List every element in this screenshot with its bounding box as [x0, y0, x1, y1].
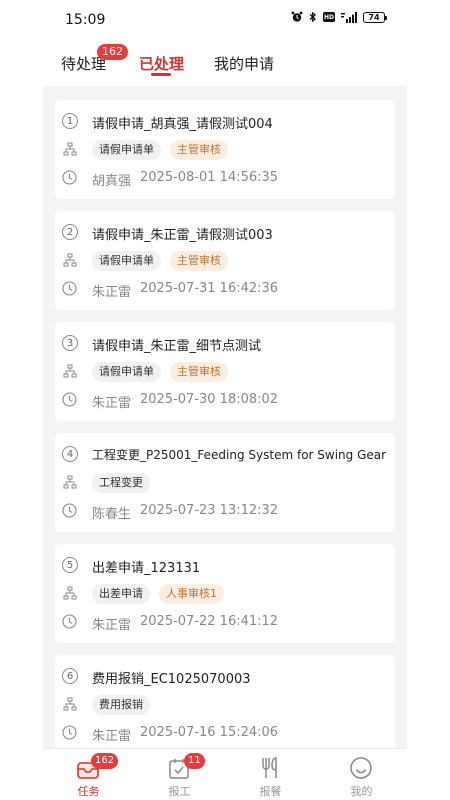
- item-tags: 请假申请单 主管审核: [55, 138, 395, 160]
- applicant-name: 朱正雷: [92, 396, 132, 411]
- bluetooth-icon: [309, 11, 317, 23]
- item-tags: 费用报销: [55, 693, 395, 715]
- phone-screen: 15:09 HD 74 待处理 162 已处理 我的申请 1 请假申请_胡真强_…: [43, 0, 407, 800]
- form-type-tag: 请假申请单: [92, 140, 161, 160]
- form-type-tag: 工程变更: [92, 473, 150, 493]
- form-type-tag: 费用报销: [92, 695, 150, 715]
- pending-count-badge: 162: [97, 44, 128, 60]
- report-badge: 11: [184, 753, 205, 769]
- item-title: 请假申请_胡真强_请假测试004: [92, 117, 273, 132]
- applicant-name: 朱正雷: [92, 618, 132, 633]
- clock-icon: [62, 725, 77, 740]
- item-tags: 工程变更: [55, 471, 395, 493]
- item-title: 费用报销_EC1025070003: [92, 672, 251, 687]
- processed-time: 2025-08-01 14:56:35: [140, 170, 279, 185]
- processed-time: 2025-07-22 16:41:12: [140, 614, 279, 629]
- item-meta: 朱正雷 2025-07-30 18:08:02: [55, 390, 395, 411]
- approval-stage-tag: 人事审核1: [159, 584, 224, 604]
- status-bar: 15:09 HD 74: [43, 0, 407, 40]
- workflow-icon: [63, 475, 77, 489]
- list-item[interactable]: 5 出差申请_123131 出差申请 人事审核1 朱正雷 2025-07-22 …: [55, 544, 395, 643]
- item-title: 工程变更_P25001_Feeding System for Swing Gea…: [92, 448, 387, 462]
- nav-tasks[interactable]: 162 任务: [43, 749, 134, 800]
- tab-bar: 待处理 162 已处理 我的申请: [43, 40, 407, 86]
- active-tab-indicator: [151, 73, 171, 76]
- item-title: 请假申请_朱正雷_请假测试003: [92, 228, 273, 243]
- processed-time: 2025-07-30 18:08:02: [140, 392, 279, 407]
- battery-icon: 74: [363, 11, 387, 23]
- item-tags: 请假申请单 主管审核: [55, 360, 395, 382]
- form-type-tag: 请假申请单: [92, 362, 161, 382]
- tab-my-applications[interactable]: 我的申请: [214, 53, 274, 74]
- item-title: 请假申请_朱正雷_细节点测试: [92, 339, 262, 354]
- list-item[interactable]: 3 请假申请_朱正雷_细节点测试 请假申请单 主管审核 朱正雷 2025-07-…: [55, 322, 395, 421]
- workflow-icon: [63, 253, 77, 267]
- item-meta: 陈春生 2025-07-23 13:12:32: [55, 501, 395, 522]
- clock-icon: [62, 614, 77, 629]
- item-meta: 朱正雷 2025-07-16 15:24:06: [55, 723, 395, 744]
- item-tags: 请假申请单 主管审核: [55, 249, 395, 271]
- item-meta: 朱正雷 2025-07-22 16:41:12: [55, 612, 395, 633]
- signal-icon: [341, 11, 357, 23]
- processed-time: 2025-07-31 16:42:36: [140, 281, 279, 296]
- hd-icon: HD: [323, 12, 335, 22]
- approval-stage-tag: 主管审核: [170, 362, 228, 382]
- processed-time: 2025-07-23 13:12:32: [140, 503, 279, 518]
- status-icons: HD 74: [291, 11, 387, 23]
- nav-report-work[interactable]: 11 报工: [134, 749, 225, 800]
- list-item[interactable]: 4 工程变更_P25001_Feeding System for Swing G…: [55, 433, 395, 532]
- list-item[interactable]: 1 请假申请_胡真强_请假测试004 请假申请单 主管审核 胡真强 2025-0…: [55, 100, 395, 199]
- nav-meal-order[interactable]: 报餐: [225, 749, 316, 800]
- clock-icon: [62, 392, 77, 407]
- applicant-name: 朱正雷: [92, 285, 132, 300]
- status-time: 15:09: [65, 12, 106, 28]
- applicant-name: 朱正雷: [92, 729, 132, 744]
- alarm-icon: [291, 11, 303, 23]
- list-item[interactable]: 6 费用报销_EC1025070003 费用报销 朱正雷 2025-07-16 …: [55, 655, 395, 754]
- item-index: 2: [62, 224, 78, 240]
- smiley-icon: [350, 757, 372, 779]
- clock-icon: [62, 503, 77, 518]
- workflow-icon: [63, 364, 77, 378]
- item-index: 5: [62, 557, 78, 573]
- form-type-tag: 请假申请单: [92, 251, 161, 271]
- item-index: 6: [62, 668, 78, 684]
- fork-knife-icon: [262, 757, 277, 778]
- workflow-icon: [63, 142, 77, 156]
- clock-icon: [62, 281, 77, 296]
- item-tags: 出差申请 人事审核1: [55, 582, 395, 604]
- applicant-name: 陈春生: [92, 507, 132, 522]
- item-index: 3: [62, 335, 78, 351]
- item-meta: 胡真强 2025-08-01 14:56:35: [55, 168, 395, 189]
- workflow-icon: [63, 697, 77, 711]
- approval-stage-tag: 主管审核: [170, 251, 228, 271]
- clock-icon: [62, 170, 77, 185]
- item-meta: 朱正雷 2025-07-31 16:42:36: [55, 279, 395, 300]
- approval-stage-tag: 主管审核: [170, 140, 228, 160]
- tasks-badge: 162: [91, 753, 119, 769]
- list-item[interactable]: 2 请假申请_朱正雷_请假测试003 请假申请单 主管审核 朱正雷 2025-0…: [55, 211, 395, 310]
- nav-label: 报餐: [259, 785, 282, 798]
- tab-processed[interactable]: 已处理: [139, 53, 184, 74]
- nav-label: 我的: [350, 785, 373, 798]
- bottom-nav: 162 任务 11 报工 报餐 我的: [43, 748, 407, 800]
- item-index: 1: [62, 113, 78, 129]
- applicant-name: 胡真强: [92, 174, 132, 189]
- nav-label: 任务: [77, 785, 100, 798]
- nav-label: 报工: [168, 785, 191, 798]
- workflow-icon: [63, 586, 77, 600]
- item-title: 出差申请_123131: [92, 561, 201, 576]
- nav-profile[interactable]: 我的: [316, 749, 407, 800]
- processed-time: 2025-07-16 15:24:06: [140, 725, 279, 740]
- item-index: 4: [62, 446, 78, 462]
- form-type-tag: 出差申请: [92, 584, 150, 604]
